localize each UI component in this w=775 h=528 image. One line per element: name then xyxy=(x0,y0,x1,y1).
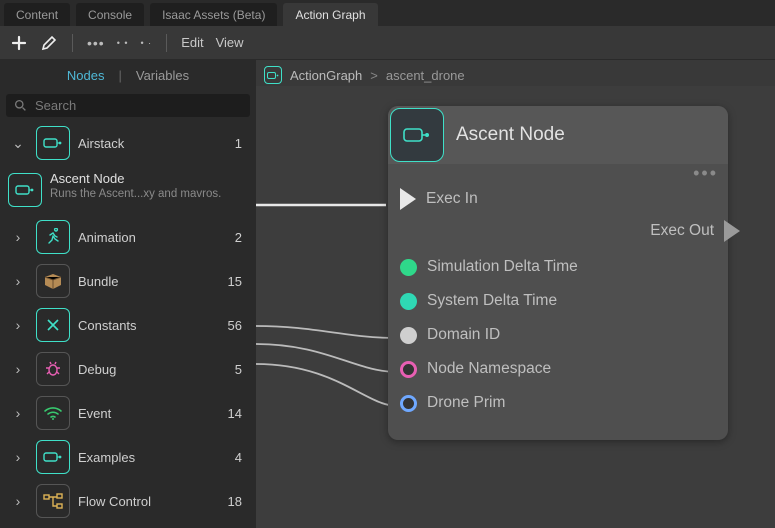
category-count: 14 xyxy=(218,406,242,421)
chevron-right-icon: › xyxy=(8,229,28,245)
category-constants[interactable]: › Constants 56 xyxy=(0,303,250,347)
chevron-right-icon: › xyxy=(8,273,28,289)
port-label: System Delta Time xyxy=(427,292,557,310)
category-count: 2 xyxy=(218,230,242,245)
add-icon[interactable] xyxy=(10,34,28,52)
port-exec-in[interactable]: Exec In xyxy=(400,182,716,216)
port-node-namespace[interactable]: Node Namespace xyxy=(400,352,716,386)
node-palette: Nodes | Variables ⌄ Airstack 1 xyxy=(0,60,256,528)
more-medium-icon[interactable]: • • xyxy=(117,38,129,48)
category-bundle[interactable]: › Bundle 15 xyxy=(0,259,250,303)
subtab-variables[interactable]: Variables xyxy=(136,68,189,83)
category-event[interactable]: › Event 14 xyxy=(0,391,250,435)
node-item-ascent[interactable]: Ascent Node Runs the Ascent...xy and mav… xyxy=(0,165,250,215)
port-label: Exec In xyxy=(426,190,478,208)
category-label: Examples xyxy=(78,450,210,465)
more-small-icon[interactable]: • · xyxy=(141,38,153,48)
edit-icon[interactable] xyxy=(40,34,58,52)
chevron-right-icon: › xyxy=(8,493,28,509)
breadcrumb: ActionGraph > ascent_drone xyxy=(264,66,465,84)
port-label: Drone Prim xyxy=(427,394,505,412)
port-dot xyxy=(400,293,417,310)
category-count: 4 xyxy=(218,450,242,465)
category-animation[interactable]: › Animation 2 xyxy=(0,215,250,259)
node-title: Ascent Node xyxy=(456,124,565,146)
graph-node-ascent[interactable]: Ascent Node ••• Exec In Exec Out Simulat… xyxy=(388,106,728,440)
tab-content[interactable]: Content xyxy=(4,3,70,26)
chevron-right-icon: › xyxy=(8,317,28,333)
port-domain-id[interactable]: Domain ID xyxy=(400,318,716,352)
x-icon xyxy=(36,308,70,342)
graph-panel: ActionGraph > ascent_drone Ascent Node •… xyxy=(256,60,775,528)
port-sys-delta[interactable]: System Delta Time xyxy=(400,284,716,318)
chevron-right-icon: › xyxy=(8,405,28,421)
category-label: Flow Control xyxy=(78,494,210,509)
chevron-down-icon: ⌄ xyxy=(8,135,28,152)
category-label: Airstack xyxy=(78,136,210,151)
flow-icon xyxy=(36,484,70,518)
toolbar: ••• • • • · Edit View xyxy=(0,26,775,60)
graph-icon xyxy=(264,66,282,84)
port-dot xyxy=(400,361,417,378)
category-count: 1 xyxy=(218,136,242,151)
chevron-right-icon: › xyxy=(8,449,28,465)
category-count: 15 xyxy=(218,274,242,289)
port-exec-out[interactable]: Exec Out xyxy=(650,220,740,242)
toolbar-separator-2 xyxy=(166,34,167,52)
category-count: 18 xyxy=(218,494,242,509)
port-label: Simulation Delta Time xyxy=(427,258,578,276)
node-tree: ⌄ Airstack 1 Ascent Node Runs the Ascent… xyxy=(0,121,256,528)
breadcrumb-sep: > xyxy=(370,68,378,83)
search-icon xyxy=(14,99,27,112)
more-large-icon[interactable]: ••• xyxy=(87,35,105,51)
subtab-separator: | xyxy=(118,68,121,83)
category-label: Debug xyxy=(78,362,210,377)
chevron-right-icon: › xyxy=(8,361,28,377)
port-dot xyxy=(400,395,417,412)
port-dot xyxy=(400,327,417,344)
port-dot xyxy=(400,259,417,276)
wifi-icon xyxy=(36,396,70,430)
port-sim-delta[interactable]: Simulation Delta Time xyxy=(400,250,716,284)
bug-icon xyxy=(36,352,70,386)
port-label: Node Namespace xyxy=(427,360,551,378)
port-label: Domain ID xyxy=(427,326,500,344)
node-icon xyxy=(36,126,70,160)
tab-console[interactable]: Console xyxy=(76,3,144,26)
breadcrumb-current: ascent_drone xyxy=(386,68,465,83)
graph-canvas[interactable]: Ascent Node ••• Exec In Exec Out Simulat… xyxy=(256,86,775,528)
tab-isaac-assets[interactable]: Isaac Assets (Beta) xyxy=(150,3,277,26)
node-icon xyxy=(36,440,70,474)
category-count: 56 xyxy=(218,318,242,333)
category-label: Constants xyxy=(78,318,210,333)
toolbar-separator xyxy=(72,34,73,52)
menu-view[interactable]: View xyxy=(216,35,244,50)
port-label: Exec Out xyxy=(650,222,714,240)
category-count: 5 xyxy=(218,362,242,377)
subtab-nodes[interactable]: Nodes xyxy=(67,68,105,83)
port-drone-prim[interactable]: Drone Prim xyxy=(400,386,716,420)
node-icon xyxy=(8,173,42,207)
tab-action-graph[interactable]: Action Graph xyxy=(283,3,377,26)
node-header[interactable]: Ascent Node ••• xyxy=(388,106,728,164)
category-label: Bundle xyxy=(78,274,210,289)
category-flow-control[interactable]: › Flow Control 18 xyxy=(0,479,250,523)
category-airstack[interactable]: ⌄ Airstack 1 xyxy=(0,121,250,165)
breadcrumb-root[interactable]: ActionGraph xyxy=(290,68,362,83)
exec-in-icon xyxy=(400,188,416,210)
category-label: Animation xyxy=(78,230,210,245)
exec-out-icon xyxy=(724,220,740,242)
category-debug[interactable]: › Debug 5 xyxy=(0,347,250,391)
box-icon xyxy=(36,264,70,298)
category-examples[interactable]: › Examples 4 xyxy=(0,435,250,479)
search-box[interactable] xyxy=(6,94,250,117)
category-label: Event xyxy=(78,406,210,421)
node-item-desc: Runs the Ascent...xy and mavros. xyxy=(50,188,221,200)
search-input[interactable] xyxy=(35,98,242,113)
node-item-name: Ascent Node xyxy=(50,171,221,186)
menu-edit[interactable]: Edit xyxy=(181,35,203,50)
panel-tabs: Content Console Isaac Assets (Beta) Acti… xyxy=(0,0,775,26)
node-icon xyxy=(390,108,444,162)
run-icon xyxy=(36,220,70,254)
